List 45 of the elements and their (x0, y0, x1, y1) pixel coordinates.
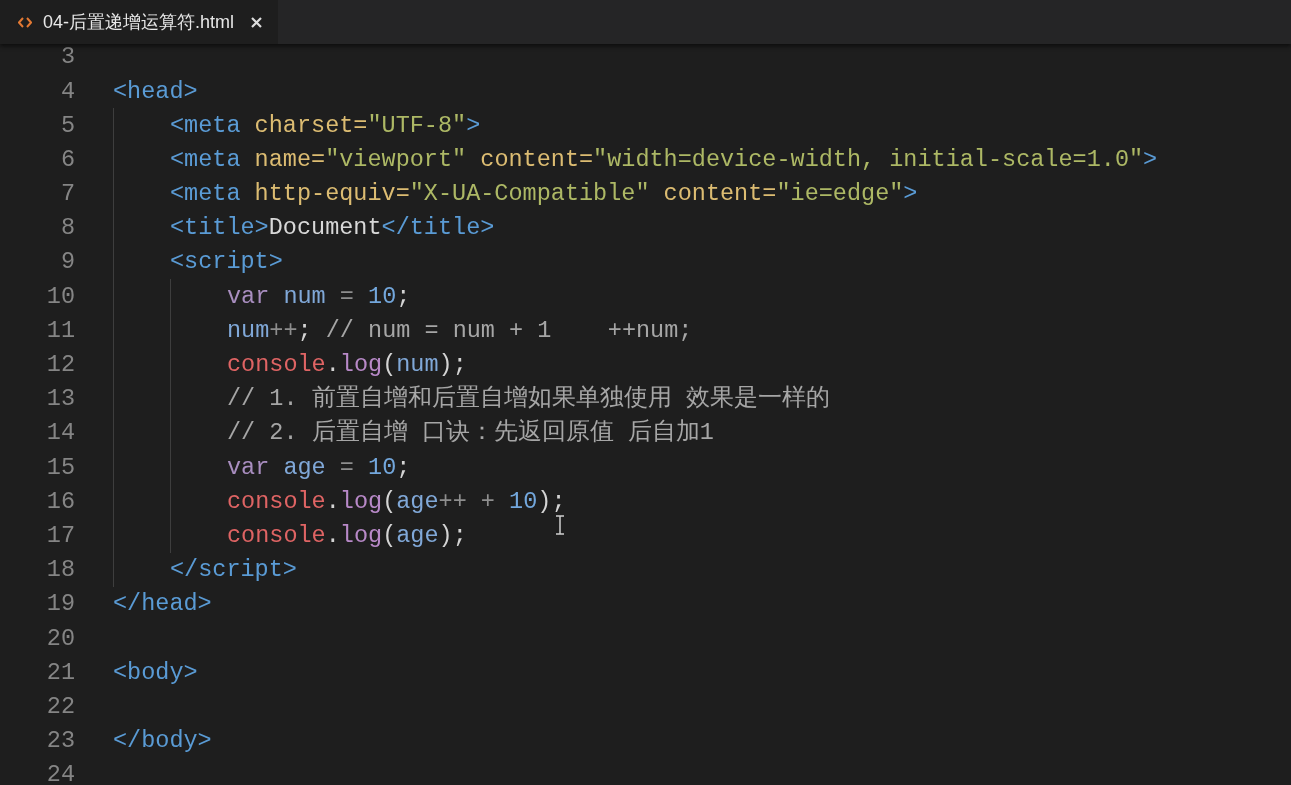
code-line: <meta http-equiv="X-UA-Compatible" content="ie=edge"> (170, 182, 918, 206)
code-line: <meta charset="UTF-8"> (170, 113, 481, 138)
code-line: var num = 10; (227, 284, 411, 309)
code-line: console.log(age++ + 10); (227, 489, 566, 514)
line-number: 15 (46, 455, 75, 480)
line-number: 20 (46, 626, 75, 651)
line-number: 10 (46, 284, 75, 309)
line-number: 4 (60, 79, 75, 104)
line-number: 3 (60, 45, 75, 69)
line-number: 19 (46, 592, 75, 616)
code-line: // 1. 前置自增和后置自增如果单独使用 效果是一样的 (227, 387, 830, 411)
line-number: 5 (60, 113, 75, 138)
code-line: </head> (113, 592, 212, 616)
line-number: 16 (46, 489, 75, 514)
line-number: 14 (46, 421, 75, 445)
line-number: 8 (60, 216, 75, 240)
code-line: var age = 10; (227, 455, 411, 480)
code-line: <title>Document</title> (170, 216, 495, 240)
line-number: 7 (60, 182, 75, 206)
code-line: <script> (170, 250, 283, 274)
line-number: 13 (46, 387, 75, 411)
code-line: // 2. 后置自增 口诀：先返回原值 后自加1 (227, 421, 714, 445)
code-line: console.log(num); (227, 353, 467, 377)
line-number: 12 (46, 353, 75, 377)
code-line: <head> (113, 79, 198, 104)
code-line: console.log(age); (227, 523, 467, 548)
editor-tab[interactable]: 04-后置递增运算符.html (0, 0, 279, 44)
line-number: 21 (46, 660, 75, 685)
line-number: 6 (60, 147, 75, 172)
close-button[interactable] (248, 14, 265, 30)
line-number: 22 (46, 694, 75, 719)
line-number: 9 (60, 250, 75, 274)
code-line: <body> (113, 660, 198, 685)
line-number: 18 (46, 558, 75, 582)
text-cursor-icon (556, 515, 564, 535)
line-number: 11 (46, 318, 75, 343)
code-line: </body> (113, 729, 212, 753)
code-brackets-icon (18, 16, 32, 28)
line-number: 24 (46, 763, 75, 785)
close-icon (250, 16, 262, 28)
code-line: num++; // num = num + 1 ++num; (227, 318, 693, 343)
code-line: </script> (170, 558, 297, 582)
code-line: <meta name="viewport" content="width=device-width, initial-scale=1.0"> (170, 147, 1158, 172)
line-number: 23 (46, 729, 75, 753)
line-number: 17 (46, 523, 75, 548)
